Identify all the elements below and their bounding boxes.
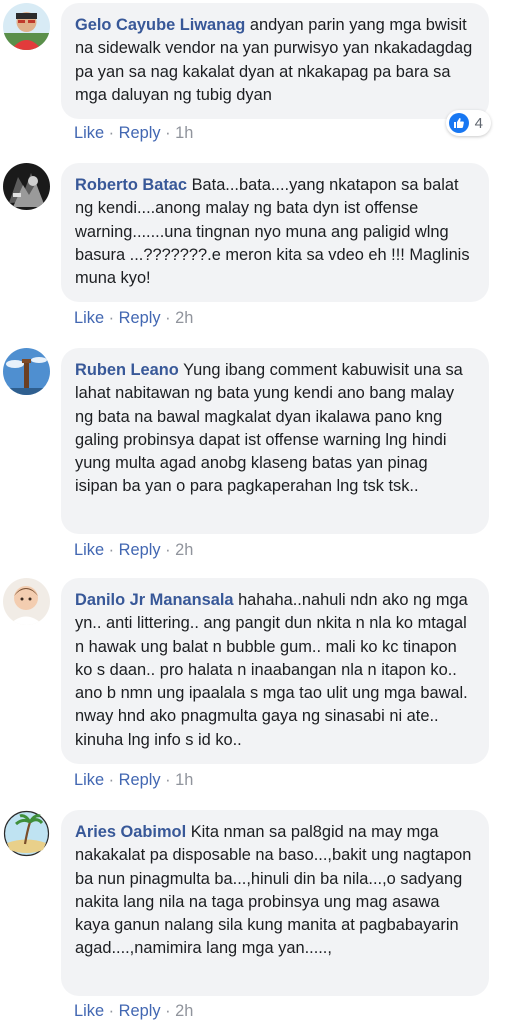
comment-author[interactable]: Ruben Leano [75, 361, 179, 379]
comment-timestamp[interactable]: 2h [175, 541, 193, 559]
comment-author[interactable]: Roberto Batac [75, 176, 187, 194]
like-link[interactable]: Like [74, 771, 104, 789]
separator: · [165, 309, 171, 327]
comment-bubble: Ruben Leano Yung ibang comment kabuwisit… [61, 348, 489, 534]
comment-actions: Like · Reply · 2h [74, 1002, 193, 1021]
separator: · [165, 771, 171, 789]
reaction-summary[interactable]: 4 [445, 110, 491, 136]
avatar[interactable] [3, 578, 50, 625]
separator: · [108, 309, 115, 327]
separator: · [165, 541, 171, 559]
comment-actions: Like · Reply · 1h [74, 771, 193, 790]
comment-author[interactable]: Gelo Cayube Liwanag [75, 16, 245, 34]
separator: · [108, 541, 115, 559]
comment-actions: Like · Reply · 2h [74, 541, 193, 560]
avatar[interactable] [3, 3, 50, 50]
separator: · [108, 1002, 115, 1020]
comment-text: hahaha..nahuli ndn ako ng mga yn.. anti … [75, 591, 468, 749]
avatar[interactable] [3, 348, 50, 395]
comment-timestamp[interactable]: 1h [175, 124, 193, 142]
like-link[interactable]: Like [74, 124, 104, 142]
reply-link[interactable]: Reply [119, 771, 161, 789]
separator: · [165, 124, 171, 142]
avatar[interactable] [3, 810, 50, 857]
avatar[interactable] [3, 163, 50, 210]
like-link[interactable]: Like [74, 541, 104, 559]
comment-bubble: Danilo Jr Manansala hahaha..nahuli ndn a… [61, 578, 489, 764]
comment-timestamp[interactable]: 2h [175, 1002, 193, 1020]
reply-link[interactable]: Reply [119, 309, 161, 327]
comment-timestamp[interactable]: 1h [175, 771, 193, 789]
reply-link[interactable]: Reply [119, 1002, 161, 1020]
like-link[interactable]: Like [74, 309, 104, 327]
comment-timestamp[interactable]: 2h [175, 309, 193, 327]
separator: · [108, 124, 115, 142]
reply-link[interactable]: Reply [119, 541, 161, 559]
comment-text: Yung ibang comment kabuwisit una sa laha… [75, 361, 463, 496]
comment-actions: Like · Reply · 2h [74, 309, 193, 328]
thumbs-up-icon [448, 113, 469, 133]
reaction-count: 4 [474, 114, 483, 132]
comment-author[interactable]: Danilo Jr Manansala [75, 591, 234, 609]
separator: · [165, 1002, 171, 1020]
comment-text: Kita nman sa pal8gid na may mga nakakala… [75, 823, 472, 958]
separator: · [108, 771, 115, 789]
like-link[interactable]: Like [74, 1002, 104, 1020]
comment-actions: Like · Reply · 1h [74, 124, 193, 143]
reply-link[interactable]: Reply [119, 124, 161, 142]
comment-author[interactable]: Aries Oabimol [75, 823, 186, 841]
comment-bubble: Roberto Batac Bata...bata....yang nkatap… [61, 163, 489, 302]
comment-bubble: Gelo Cayube Liwanag andyan parin yang mg… [61, 3, 489, 119]
comment-bubble: Aries Oabimol Kita nman sa pal8gid na ma… [61, 810, 489, 996]
